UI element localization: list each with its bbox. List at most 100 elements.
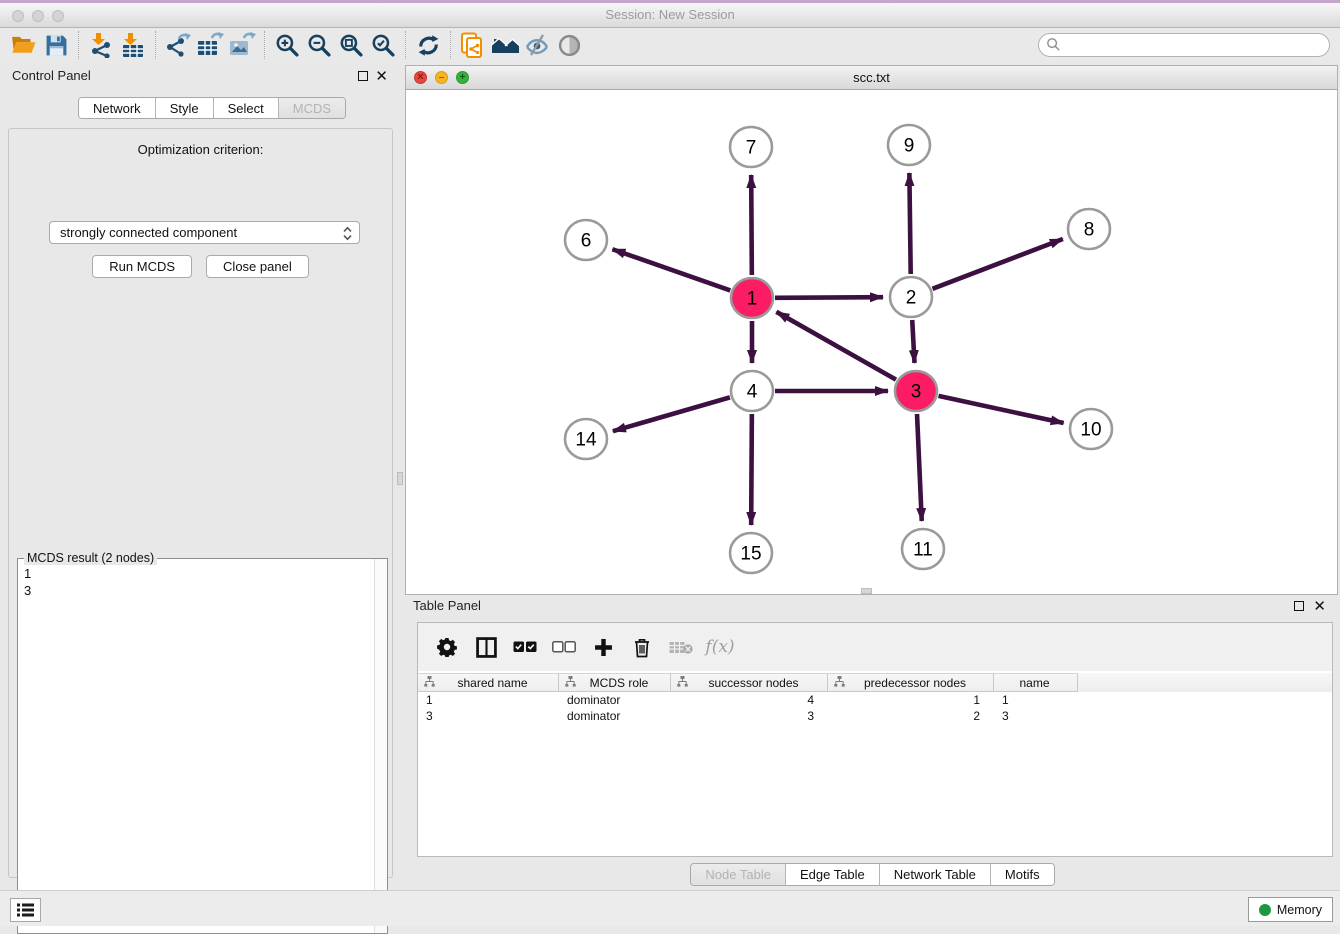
export-table-icon[interactable] xyxy=(194,30,226,60)
column-header-label: name xyxy=(1000,676,1077,690)
minimize-window-icon[interactable] xyxy=(32,10,44,22)
tab-select[interactable]: Select xyxy=(214,98,279,118)
column-header-name[interactable]: name xyxy=(994,673,1078,692)
table-cell[interactable]: 3 xyxy=(671,708,828,724)
close-panel-icon[interactable]: ✕ xyxy=(375,67,388,85)
edge-2-9[interactable] xyxy=(909,173,910,274)
table-cell[interactable]: dominator xyxy=(559,692,671,708)
show-all-icon[interactable] xyxy=(553,30,585,60)
column-header-successor-nodes[interactable]: successor nodes xyxy=(671,673,828,692)
table-cell[interactable]: 1 xyxy=(994,692,1078,708)
tab-network-table[interactable]: Network Table xyxy=(880,864,991,885)
function-builder-icon[interactable]: f(x) xyxy=(705,631,735,663)
edge-1-7[interactable] xyxy=(751,175,752,275)
toolbar-separator xyxy=(264,31,265,59)
table-cell[interactable]: 2 xyxy=(828,708,994,724)
table-cell[interactable]: 3 xyxy=(994,708,1078,724)
table-cell[interactable]: 3 xyxy=(418,708,559,724)
float-table-panel-icon[interactable] xyxy=(1294,599,1304,614)
zoom-in-icon[interactable] xyxy=(271,30,303,60)
tab-motifs[interactable]: Motifs xyxy=(991,864,1054,885)
tab-node-table[interactable]: Node Table xyxy=(691,864,786,885)
zoom-fit-icon[interactable] xyxy=(335,30,367,60)
float-panel-icon[interactable] xyxy=(358,69,368,84)
toolbar-separator xyxy=(450,31,451,59)
column-header-MCDS-role[interactable]: MCDS role xyxy=(559,673,671,692)
clone-network-icon[interactable] xyxy=(457,30,489,60)
window-control-dots[interactable] xyxy=(12,9,72,27)
export-network-icon[interactable] xyxy=(162,30,194,60)
network-window-titlebar[interactable]: ✕ – + scc.txt xyxy=(406,66,1337,90)
select-all-checkboxes-icon[interactable] xyxy=(510,631,540,663)
node-label-7: 7 xyxy=(746,138,757,159)
network-maximize-icon[interactable]: + xyxy=(456,71,469,84)
apply-layout-icon[interactable] xyxy=(412,30,444,60)
tab-style[interactable]: Style xyxy=(156,98,214,118)
column-header-shared-name[interactable]: shared name xyxy=(418,673,559,692)
run-mcds-button[interactable]: Run MCDS xyxy=(92,255,192,278)
deselect-all-checkboxes-icon[interactable] xyxy=(549,631,579,663)
edge-3-1[interactable] xyxy=(776,312,896,380)
node-table-header: shared nameMCDS rolesuccessor nodes prede… xyxy=(418,673,1332,692)
edge-1-2[interactable] xyxy=(775,297,883,298)
column-header-label: predecessor nodes xyxy=(845,676,993,690)
edge-4-14[interactable] xyxy=(613,397,730,431)
search-input[interactable] xyxy=(1038,33,1330,57)
hide-selected-icon[interactable] xyxy=(521,30,553,60)
memory-status-icon xyxy=(1259,904,1271,916)
first-neighbors-icon[interactable] xyxy=(489,30,521,60)
show-column-icon[interactable] xyxy=(471,631,501,663)
result-scrollbar[interactable] xyxy=(374,559,387,933)
control-panel-tabs: Network Style Select MCDS xyxy=(78,97,346,119)
add-column-icon[interactable] xyxy=(588,631,618,663)
zoom-window-icon[interactable] xyxy=(52,10,64,22)
save-session-icon[interactable] xyxy=(40,30,72,60)
network-graph-canvas[interactable]: 7968124314101511 xyxy=(406,90,1337,594)
node-label-9: 9 xyxy=(904,136,915,157)
edge-2-3[interactable] xyxy=(912,320,914,363)
column-tree-icon xyxy=(424,676,435,690)
column-tree-icon xyxy=(677,676,688,690)
network-minimize-icon[interactable]: – xyxy=(435,71,448,84)
tab-mcds[interactable]: MCDS xyxy=(279,98,345,118)
select-stepper-icon xyxy=(343,226,352,244)
criterion-select[interactable]: strongly connected component xyxy=(49,221,360,244)
horizontal-splitter-handle[interactable] xyxy=(861,588,872,594)
close-window-icon[interactable] xyxy=(12,10,24,22)
edge-2-8[interactable] xyxy=(932,239,1062,289)
zoom-selected-icon[interactable] xyxy=(367,30,399,60)
table-row[interactable]: 1dominator411 xyxy=(418,692,1332,708)
delete-table-icon[interactable] xyxy=(666,631,696,663)
node-table-rows: 1dominator4113dominator323 xyxy=(418,692,1332,724)
close-panel-button[interactable]: Close panel xyxy=(206,255,309,278)
tab-edge-table[interactable]: Edge Table xyxy=(786,864,880,885)
open-file-icon[interactable] xyxy=(8,30,40,60)
mcds-result-text[interactable]: 1 3 xyxy=(18,561,374,933)
memory-button[interactable]: Memory xyxy=(1248,897,1333,922)
table-options-gear-icon[interactable] xyxy=(432,631,462,663)
node-label-11: 11 xyxy=(913,540,933,561)
edge-4-15[interactable] xyxy=(751,414,752,525)
table-cell[interactable]: 1 xyxy=(828,692,994,708)
zoom-out-icon[interactable] xyxy=(303,30,335,60)
edge-3-10[interactable] xyxy=(938,396,1063,423)
node-table[interactable]: shared nameMCDS rolesuccessor nodes prede… xyxy=(418,673,1332,856)
toolbar-separator xyxy=(78,31,79,59)
vertical-splitter-handle[interactable] xyxy=(397,472,403,485)
edge-1-6[interactable] xyxy=(612,249,730,290)
table-row[interactable]: 3dominator323 xyxy=(418,708,1332,724)
export-image-icon[interactable] xyxy=(226,30,258,60)
edge-3-11[interactable] xyxy=(917,414,922,521)
table-cell[interactable]: 4 xyxy=(671,692,828,708)
close-table-panel-icon[interactable]: ✕ xyxy=(1313,597,1326,615)
network-close-icon[interactable]: ✕ xyxy=(414,71,427,84)
import-network-icon[interactable] xyxy=(85,30,117,60)
tab-network[interactable]: Network xyxy=(79,98,156,118)
network-window-title: scc.txt xyxy=(406,66,1337,89)
table-cell[interactable]: 1 xyxy=(418,692,559,708)
delete-column-icon[interactable] xyxy=(627,631,657,663)
import-table-icon[interactable] xyxy=(117,30,149,60)
task-history-button[interactable] xyxy=(10,898,41,922)
column-header-predecessor-nodes[interactable]: predecessor nodes xyxy=(828,673,994,692)
table-cell[interactable]: dominator xyxy=(559,708,671,724)
